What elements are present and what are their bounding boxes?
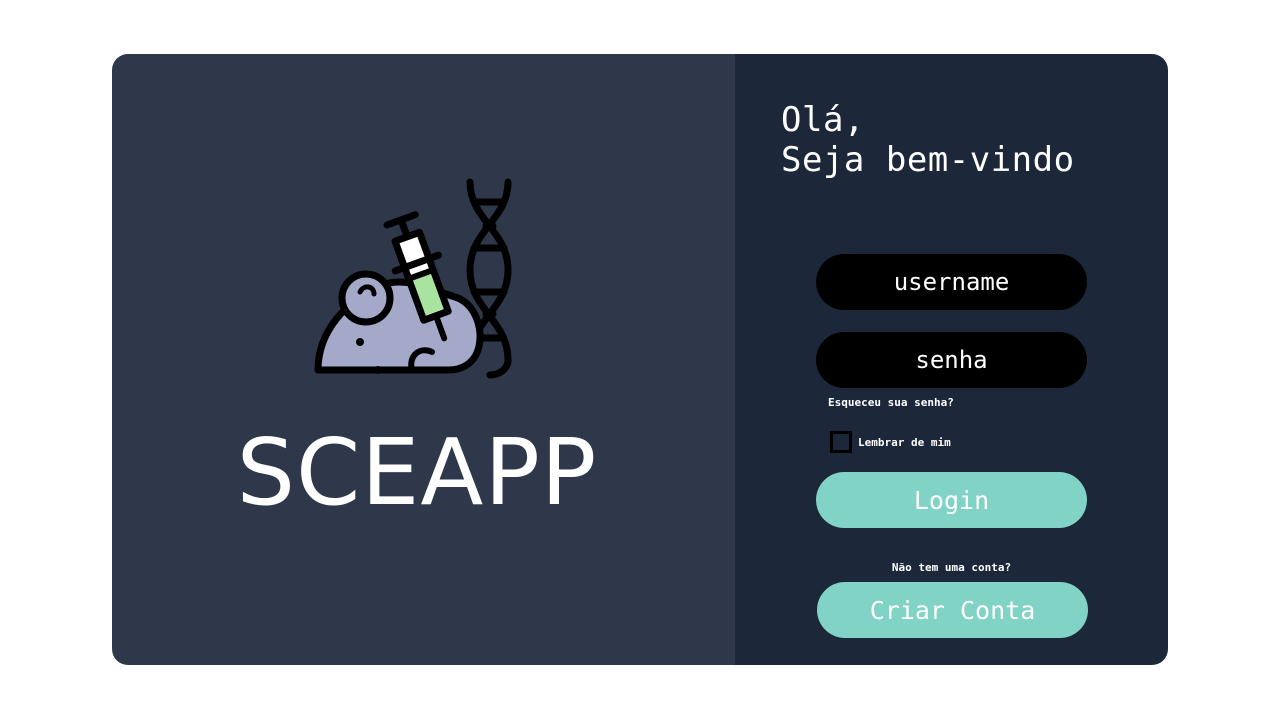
greeting: Olá, Seja bem-vindo <box>781 100 1075 180</box>
create-account-button[interactable]: Criar Conta <box>817 582 1088 638</box>
password-input[interactable] <box>816 332 1087 388</box>
login-button[interactable]: Login <box>816 472 1087 528</box>
brand-name: SCEAPP <box>236 419 598 526</box>
login-card: SCEAPP Olá, Seja bem-vindo Esqueceu sua … <box>112 54 1168 665</box>
greeting-line-1: Olá, <box>781 100 865 140</box>
form-panel: Olá, Seja bem-vindo Esqueceu sua senha? … <box>735 54 1168 665</box>
no-account-text: Não tem uma conta? <box>891 561 1012 574</box>
username-input[interactable] <box>816 254 1087 310</box>
forgot-password-link[interactable]: Esqueceu sua senha? <box>828 396 954 409</box>
lab-mouse-syringe-dna-icon <box>314 178 512 379</box>
remember-me-label: Lembrar de mim <box>858 435 951 449</box>
remember-me: Lembrar de mim <box>830 431 951 453</box>
remember-me-checkbox[interactable] <box>830 431 852 453</box>
greeting-line-2: Seja bem-vindo <box>781 140 1075 180</box>
brand-panel: SCEAPP <box>112 54 735 665</box>
